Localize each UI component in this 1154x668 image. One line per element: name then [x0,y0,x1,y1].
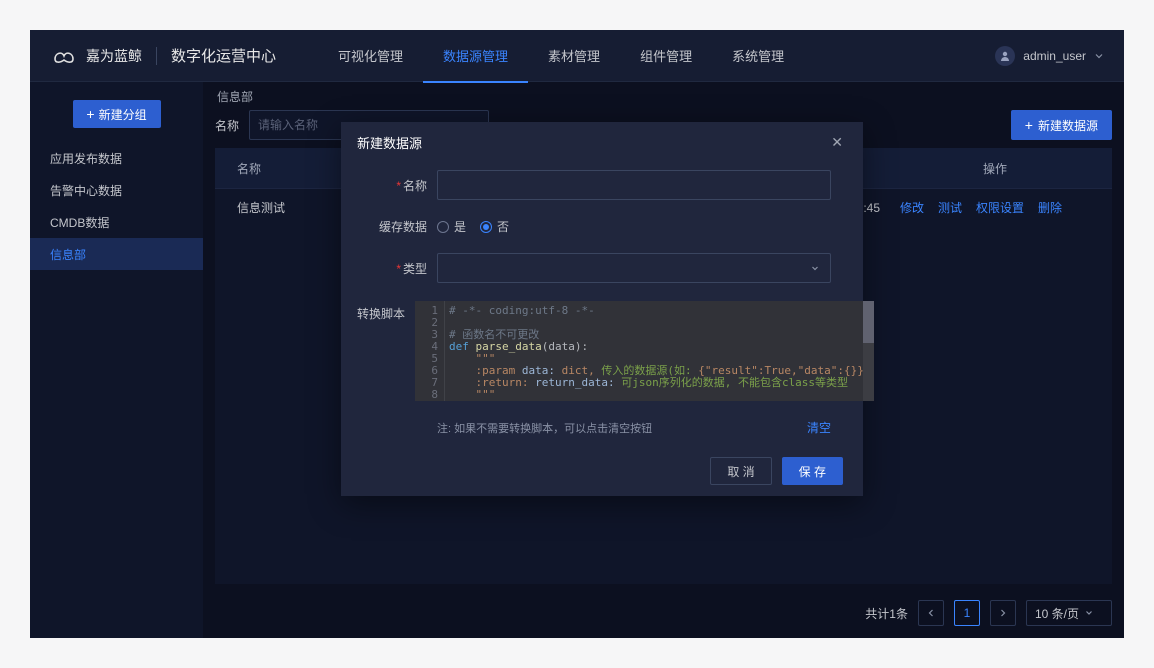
clear-button[interactable]: 清空 [807,419,831,436]
plus-icon: + [1025,118,1033,132]
header-divider [156,47,157,65]
name-input[interactable] [437,170,831,200]
op-edit[interactable]: 修改 [900,199,924,216]
field-script-label: 转换脚本 [357,301,415,322]
pager-total: 共计1条 [865,605,908,622]
pager-prev[interactable] [918,600,944,626]
search-label: 名称 [215,117,239,134]
chevron-down-icon [1094,51,1104,61]
chevron-down-icon [1085,609,1093,617]
pager-page-1[interactable]: 1 [954,600,980,626]
sidebar-item-cmdb[interactable]: CMDB数据 [30,206,203,238]
new-group-label: 新建分组 [99,106,147,123]
new-datasource-button[interactable]: + 新建数据源 [1011,110,1112,140]
user-menu[interactable]: admin_user [995,46,1104,66]
user-name: admin_user [1023,49,1086,63]
new-datasource-modal: 新建数据源 ✕ *名称 缓存数据 是 [341,122,863,496]
radio-on-icon [480,221,492,233]
type-select[interactable] [437,253,831,283]
op-perm[interactable]: 权限设置 [976,199,1024,216]
nav-visual[interactable]: 可视化管理 [318,30,423,82]
app-title: 数字化运营中心 [171,45,276,66]
op-test[interactable]: 测试 [938,199,962,216]
field-cache-label: 缓存数据 [357,218,437,235]
sidebar-item-alarm[interactable]: 告警中心数据 [30,174,203,206]
sidebar-item-info[interactable]: 信息部 [30,238,203,270]
col-ops: 操作 [900,160,1090,177]
brand: 嘉为蓝鲸 [50,46,142,66]
modal-title: 新建数据源 [357,133,422,152]
op-delete[interactable]: 删除 [1038,199,1062,216]
nav-material[interactable]: 素材管理 [528,30,620,82]
breadcrumb: 信息部 [215,82,1112,110]
pager-next[interactable] [990,600,1016,626]
chevron-left-icon [927,608,935,618]
plus-icon: + [86,107,94,121]
nav-component[interactable]: 组件管理 [620,30,712,82]
cache-no-radio[interactable]: 否 [480,218,509,235]
avatar [995,46,1015,66]
close-icon[interactable]: ✕ [827,130,847,155]
cancel-button[interactable]: 取 消 [710,457,771,485]
chevron-down-icon [810,263,820,273]
sidebar-item-app-release[interactable]: 应用发布数据 [30,142,203,174]
chevron-right-icon [999,608,1007,618]
field-name-label: 名称 [403,179,427,193]
radio-off-icon [437,221,449,233]
logo-icon [50,47,78,65]
code-editor[interactable]: 12345678 # -*- coding:utf-8 -*- # 函数名不可更… [415,301,874,401]
pager-size-select[interactable]: 10 条/页 [1026,600,1112,626]
script-note: 注: 如果不需要转换脚本，可以点击清空按钮 [437,420,652,436]
scrollbar[interactable] [863,301,874,401]
nav-datasource[interactable]: 数据源管理 [423,30,528,82]
new-group-button[interactable]: + 新建分组 [73,100,161,128]
save-button[interactable]: 保 存 [782,457,843,485]
brand-name: 嘉为蓝鲸 [86,46,142,66]
cache-yes-radio[interactable]: 是 [437,218,466,235]
nav-system[interactable]: 系统管理 [712,30,804,82]
field-type-label: 类型 [403,262,427,276]
gutter: 12345678 [415,301,445,401]
code-area: # -*- coding:utf-8 -*- # 函数名不可更改 def par… [445,301,874,401]
